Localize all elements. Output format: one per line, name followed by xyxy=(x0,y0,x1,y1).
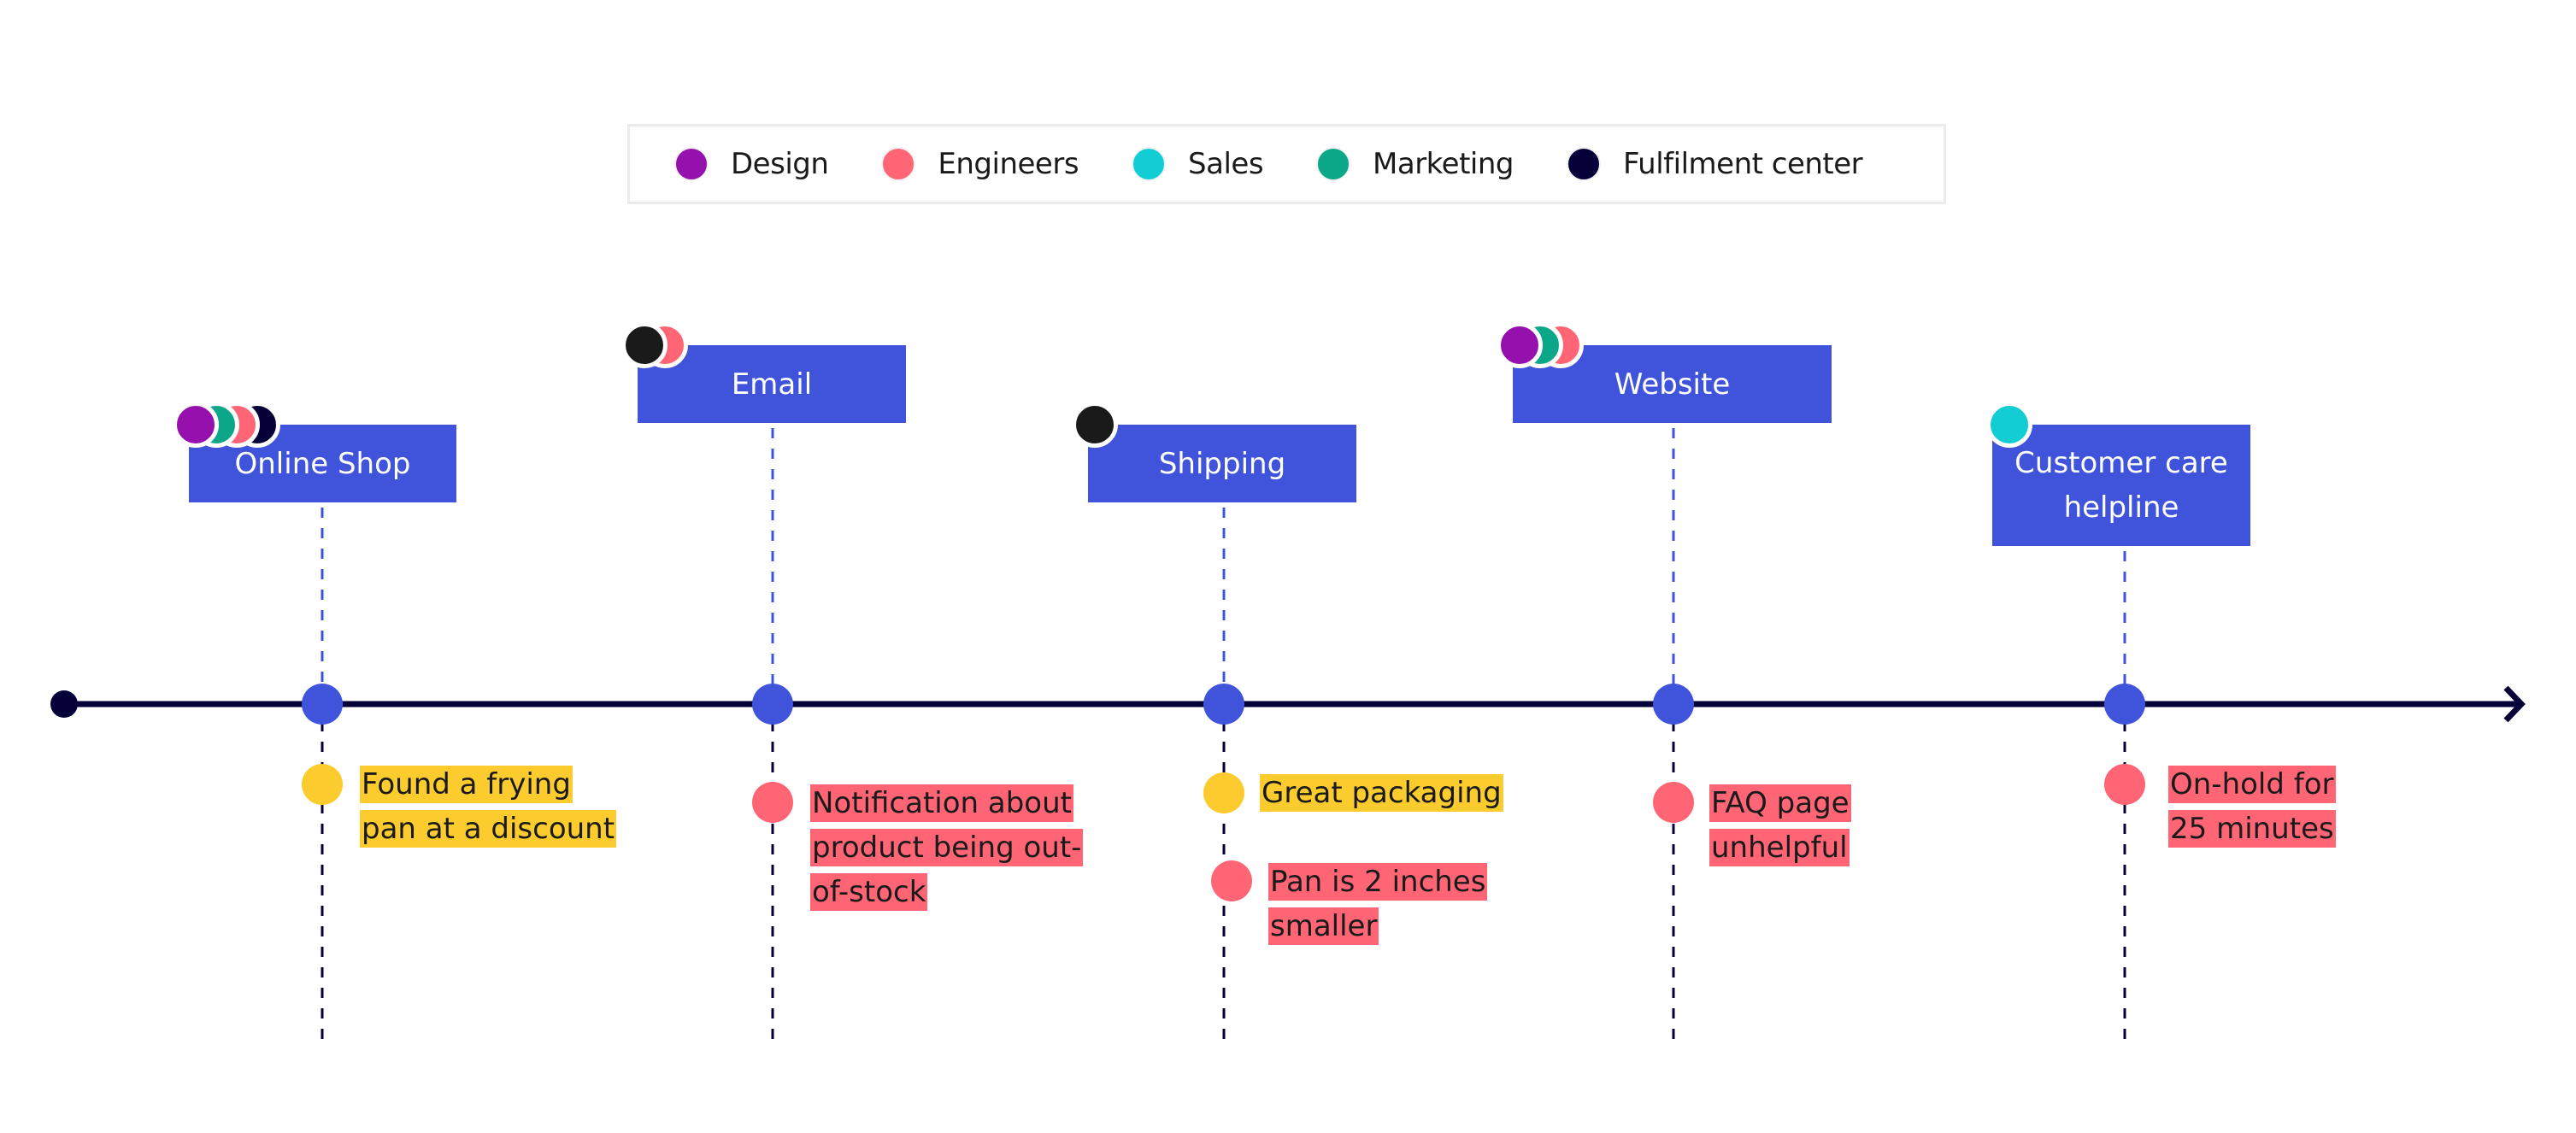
touchpoint-label: Customer care helpline xyxy=(2014,446,2228,525)
note-text-line: Found a frying xyxy=(360,766,573,803)
note-text-line: product being out- xyxy=(810,829,1084,866)
touchpoint-label: Email xyxy=(731,367,813,402)
positive-sentiment-dot-icon xyxy=(1203,772,1244,813)
design-team-dot-icon xyxy=(1497,322,1543,368)
note-text-line: On-hold for xyxy=(2168,766,2336,803)
team-avatars xyxy=(1072,402,1118,448)
touchpoint-box[interactable]: Customer care helpline xyxy=(1992,425,2250,546)
journey-note[interactable]: Notification about product being out-of-s… xyxy=(810,781,1118,914)
note-text-line: FAQ page xyxy=(1709,784,1851,822)
team-avatars xyxy=(1497,322,1584,368)
journey-note[interactable]: On-hold for 25 minutes xyxy=(2168,762,2382,851)
negative-sentiment-dot-icon xyxy=(1653,782,1694,823)
note-text-line: pan at a discount xyxy=(360,810,617,848)
black-team-dot-icon xyxy=(621,322,668,368)
timeline-overlay: Online Shop Found a frying pan at a discou… xyxy=(0,0,2576,1133)
touchpoint-label: Website xyxy=(1614,367,1731,402)
touchpoint-box[interactable]: Shipping xyxy=(1088,425,1356,502)
note-text-line: Notification about xyxy=(810,784,1073,822)
touchpoint-label: Shipping xyxy=(1158,446,1286,481)
sales-team-dot-icon xyxy=(1986,402,2032,448)
journey-note[interactable]: Found a frying pan at a discount xyxy=(360,762,650,851)
team-avatars xyxy=(1986,402,2032,448)
negative-sentiment-dot-icon xyxy=(752,782,793,823)
team-avatars xyxy=(173,402,280,448)
journey-note[interactable]: Pan is 2 inches smaller xyxy=(1268,860,1550,948)
design-team-dot-icon xyxy=(173,402,219,448)
journey-note[interactable]: FAQ page unhelpful xyxy=(1709,781,1940,870)
touchpoint-label: Online Shop xyxy=(234,446,411,481)
journey-note[interactable]: Great packaging xyxy=(1260,771,1585,815)
note-text-line: Pan is 2 inches xyxy=(1268,863,1488,901)
team-avatars xyxy=(621,322,688,368)
note-text-line: unhelpful xyxy=(1709,829,1850,866)
note-text-line: smaller xyxy=(1268,907,1379,945)
black-team-dot-icon xyxy=(1072,402,1118,448)
negative-sentiment-dot-icon xyxy=(1211,860,1252,901)
note-text-line: Great packaging xyxy=(1260,774,1503,812)
positive-sentiment-dot-icon xyxy=(302,764,343,805)
note-text-line: of-stock xyxy=(810,873,928,911)
note-text-line: 25 minutes xyxy=(2168,810,2336,848)
negative-sentiment-dot-icon xyxy=(2104,764,2145,805)
